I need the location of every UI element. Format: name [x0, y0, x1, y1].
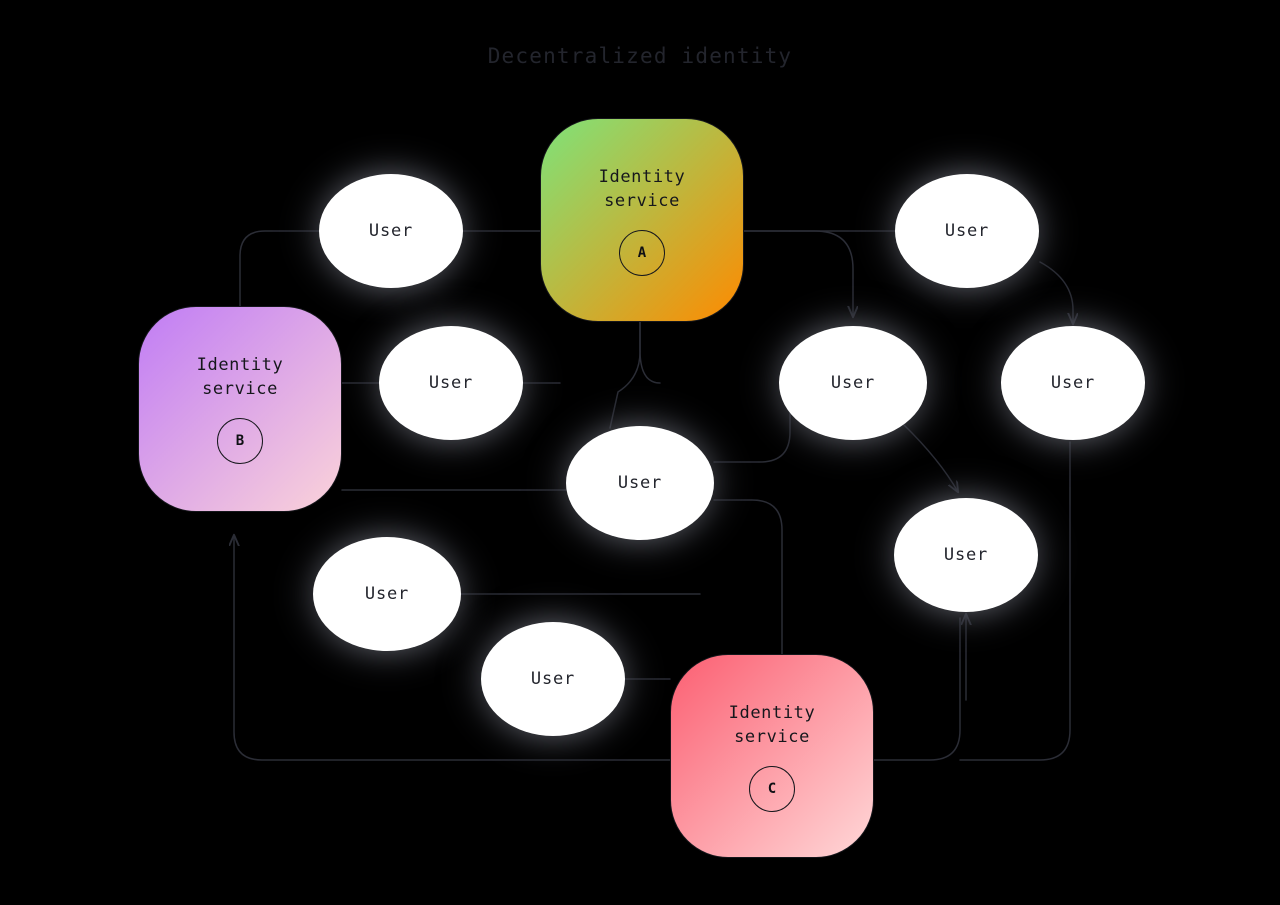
user-bottom-right[interactable]: User: [894, 498, 1038, 612]
user-node-label: User: [943, 545, 989, 565]
user-top-left[interactable]: User: [319, 174, 463, 288]
identity-service-node-b[interactable]: Identity service B: [138, 306, 342, 512]
identity-service-badge: B: [217, 418, 263, 464]
user-node-label: User: [428, 373, 474, 393]
user-node-label: User: [530, 669, 576, 689]
user-node-label: User: [364, 584, 410, 604]
node-layer: User User User User User User User User User Iden…: [0, 0, 1280, 905]
user-node-label: User: [830, 373, 876, 393]
identity-service-node-a[interactable]: Identity service A: [540, 118, 744, 322]
user-top-right[interactable]: User: [895, 174, 1039, 288]
user-bottom-mid[interactable]: User: [481, 622, 625, 736]
user-mid-right-b[interactable]: User: [1001, 326, 1145, 440]
user-node-label: User: [1050, 373, 1096, 393]
user-node-label: User: [368, 221, 414, 241]
user-node-label: User: [944, 221, 990, 241]
user-mid-left[interactable]: User: [379, 326, 523, 440]
identity-service-label: Identity service: [196, 355, 284, 399]
diagram-canvas: Decentralized identity User User User User U…: [0, 0, 1280, 905]
user-bottom-left[interactable]: User: [313, 537, 461, 651]
identity-service-badge: C: [749, 766, 795, 812]
user-node-label: User: [617, 473, 663, 493]
identity-service-badge: A: [619, 230, 665, 276]
identity-service-node-c[interactable]: Identity service C: [670, 654, 874, 858]
user-center[interactable]: User: [566, 426, 714, 540]
identity-service-label: Identity service: [728, 703, 816, 747]
user-mid-right-a[interactable]: User: [779, 326, 927, 440]
identity-service-label: Identity service: [598, 167, 686, 211]
